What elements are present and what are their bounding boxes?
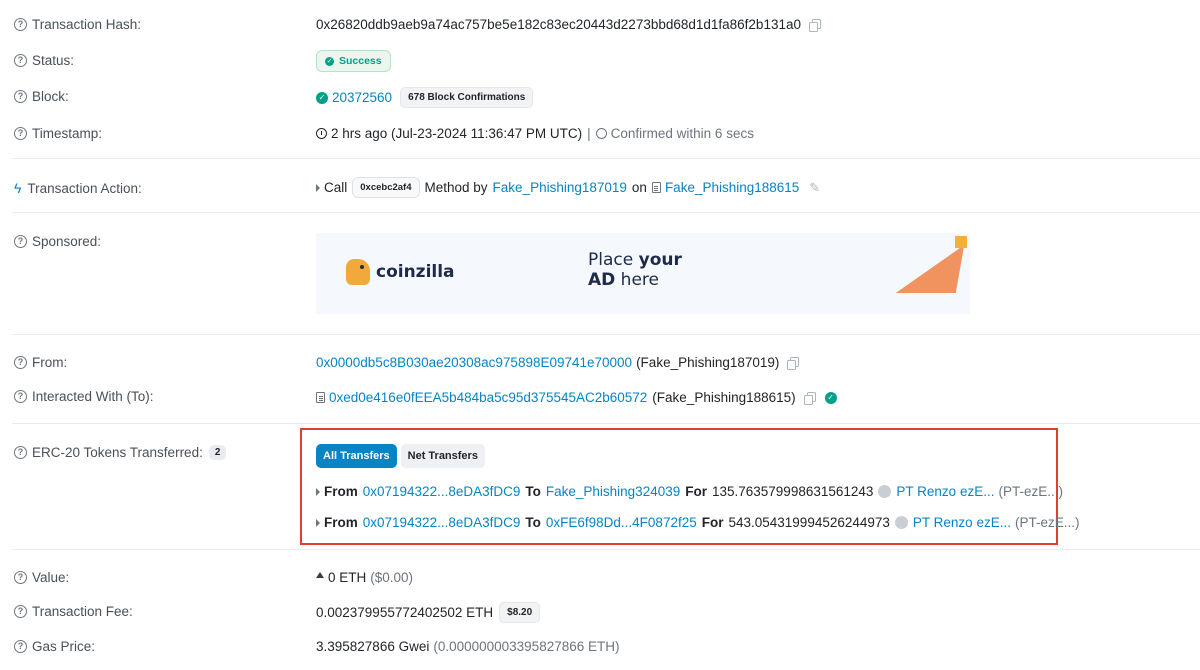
check-circle-icon: ✓: [325, 56, 334, 66]
timestamp-label: ? Timestamp:: [14, 126, 102, 141]
erc20-label: ? ERC-20 Tokens Transferred: 2: [14, 445, 227, 460]
value-value: 0 ETH ($0.00): [316, 570, 413, 585]
transfer-row: From 0x07194322...8eDA3fDC9 To 0xFE6f98D…: [316, 515, 1079, 530]
help-icon[interactable]: ?: [14, 446, 27, 459]
caret-right-icon[interactable]: [316, 487, 320, 496]
ad-tagline: Place your AD here: [588, 250, 682, 290]
status-value: ✓ Success: [316, 50, 391, 72]
verified-check-icon: ✓: [824, 391, 837, 404]
status-label: ? Status:: [14, 53, 74, 68]
stopwatch-icon: [595, 128, 607, 139]
help-icon[interactable]: ?: [14, 127, 27, 140]
from-address-link[interactable]: 0x0000db5c8B030ae20308ac975898E09741e700…: [316, 355, 632, 370]
timestamp-value: 2 hrs ago (Jul-23-2024 11:36:47 PM UTC) …: [316, 126, 754, 141]
to-address-link[interactable]: 0xed0e416e0fEEA5b484ba5c95d375545AC2b605…: [329, 390, 647, 405]
token-icon: [878, 485, 892, 498]
status-badge: ✓ Success: [316, 50, 391, 72]
help-icon[interactable]: ?: [14, 18, 27, 31]
copy-icon[interactable]: [809, 18, 821, 32]
gas-price-value: 3.395827866 Gwei (0.000000003395827866 E…: [316, 639, 620, 654]
help-icon[interactable]: ?: [14, 640, 27, 653]
help-icon[interactable]: ?: [14, 356, 27, 369]
token-symbol: (PT-ezE...): [998, 484, 1063, 499]
copy-icon[interactable]: [803, 391, 816, 405]
transfer-amount: 135.763579998631561243: [711, 484, 874, 499]
to-label: ? Interacted With (To):: [14, 389, 154, 404]
contract-file-icon: [316, 392, 325, 403]
to-value: 0xed0e416e0fEEA5b484ba5c95d375545AC2b605…: [316, 390, 841, 405]
clock-icon: [316, 128, 327, 139]
caret-right-icon[interactable]: [316, 183, 320, 192]
help-icon[interactable]: ?: [14, 390, 27, 403]
tx-hash-label: ? Transaction Hash:: [14, 17, 141, 32]
token-symbol: (PT-ezE...): [1014, 515, 1080, 530]
divider: [12, 334, 1200, 335]
fee-usd-badge: $8.20: [499, 602, 541, 623]
transfer-to-link[interactable]: 0xFE6f98Dd...4F0872f25: [546, 515, 697, 530]
transfer-from-link[interactable]: 0x07194322...8eDA3fDC9: [363, 484, 521, 499]
token-link[interactable]: PT Renzo ezE...: [896, 484, 994, 499]
ad-graphic: [895, 245, 965, 293]
tx-hash-text: 0x26820ddb9aeb9a74ac757be5e182c83ec20443…: [316, 17, 801, 32]
tx-action-value: Call 0xcebc2af4 Method by Fake_Phishing1…: [316, 177, 820, 198]
tx-hash-value: 0x26820ddb9aeb9a74ac757be5e182c83ec20443…: [316, 17, 821, 32]
to-name: (Fake_Phishing188615): [652, 390, 796, 405]
dino-mascot-icon: [346, 259, 370, 285]
help-icon[interactable]: ?: [14, 605, 27, 618]
tx-fee-value: 0.002379955772402502 ETH $8.20: [316, 602, 541, 623]
divider: [12, 212, 1200, 213]
tab-net-transfers[interactable]: Net Transfers: [400, 444, 485, 468]
transfer-from-link[interactable]: 0x07194322...8eDA3fDC9: [363, 515, 521, 530]
value-label: ? Value:: [14, 570, 69, 585]
check-circle-icon: ✓: [316, 91, 328, 104]
block-label: ? Block:: [14, 89, 69, 104]
method-id-badge: 0xcebc2af4: [352, 177, 420, 198]
pencil-icon[interactable]: ✎: [809, 180, 820, 196]
from-value: 0x0000db5c8B030ae20308ac975898E09741e700…: [316, 355, 800, 370]
transfer-amount: 543.054319994526244973: [728, 515, 890, 530]
from-name: (Fake_Phishing187019): [636, 355, 780, 370]
divider: [12, 549, 1200, 550]
help-icon[interactable]: ?: [14, 54, 27, 67]
transfer-to-link[interactable]: Fake_Phishing324039: [546, 484, 680, 499]
sponsored-ad-banner[interactable]: coinzilla Place your AD here: [316, 233, 970, 314]
contract-file-icon: [651, 182, 661, 193]
caller-link[interactable]: Fake_Phishing187019: [493, 180, 627, 195]
separator: |: [587, 126, 591, 141]
sponsored-label: ? Sponsored:: [14, 234, 101, 249]
help-icon[interactable]: ?: [14, 235, 27, 248]
lightning-icon: ϟ: [14, 180, 22, 196]
transfer-row: From 0x07194322...8eDA3fDC9 To Fake_Phis…: [316, 484, 1063, 499]
ad-corner-icon: [955, 236, 967, 248]
block-value: ✓ 20372560 678 Block Confirmations: [316, 87, 534, 108]
caret-right-icon[interactable]: [316, 518, 320, 527]
gas-price-label: ? Gas Price:: [14, 639, 95, 654]
tx-fee-label: ? Transaction Fee:: [14, 604, 133, 619]
divider: [12, 158, 1200, 159]
ethereum-icon: [316, 571, 324, 578]
coinzilla-logo: coinzilla: [346, 259, 455, 285]
block-number-link[interactable]: 20372560: [332, 90, 392, 105]
help-icon[interactable]: ?: [14, 90, 27, 103]
token-icon: [894, 516, 908, 529]
divider: [12, 423, 1200, 424]
copy-icon[interactable]: [787, 356, 800, 370]
help-icon[interactable]: ?: [14, 571, 27, 584]
token-link[interactable]: PT Renzo ezE...: [913, 515, 1011, 530]
transfer-count-badge: 2: [208, 445, 227, 460]
from-label: ? From:: [14, 355, 67, 370]
target-link[interactable]: Fake_Phishing188615: [665, 180, 799, 195]
transfer-tabs: All Transfers Net Transfers: [316, 444, 485, 468]
tx-action-label: ϟ Transaction Action:: [14, 180, 142, 196]
tab-all-transfers[interactable]: All Transfers: [316, 444, 397, 468]
confirmations-badge: 678 Block Confirmations: [400, 87, 534, 108]
confirmed-time: Confirmed within 6 secs: [610, 126, 754, 141]
